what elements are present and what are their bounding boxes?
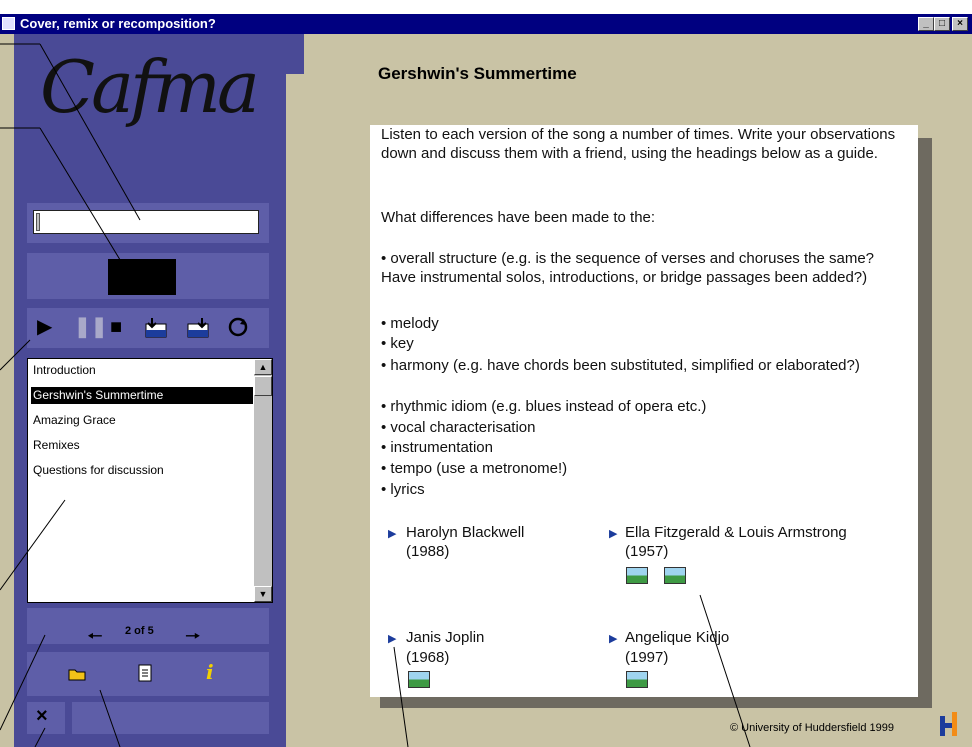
window-title: Cover, remix or recomposition? [20,16,216,31]
play-link-icon[interactable]: ▶ [388,632,396,645]
playback-progress-bar[interactable] [33,210,259,234]
copyright-text: © University of Huddersfield 1999 [730,722,895,734]
song-year: (1968) [406,649,450,666]
loop-icon[interactable] [226,316,250,338]
bullet-item: • tempo (use a metronome!) [381,460,568,477]
list-item[interactable]: Questions for discussion [31,462,253,479]
scroll-down-icon[interactable]: ▼ [254,586,272,602]
progress-thumb[interactable] [36,213,40,231]
close-window-button[interactable]: × [952,17,968,31]
info-icon[interactable]: i [206,660,214,684]
window-titlebar: Cover, remix or recomposition? _ □ × [0,14,972,34]
bullet-item: • overall structure (e.g. is the sequenc… [381,250,875,286]
song-artist[interactable]: Ella Fitzgerald & Louis Armstrong [625,523,847,542]
minimize-button[interactable]: _ [918,17,934,31]
song-year: (1988) [406,543,450,560]
list-scrollbar[interactable]: ▲ ▼ [254,359,272,602]
document-icon[interactable] [138,664,152,682]
quit-icon[interactable]: × [36,705,48,728]
intro-text: Listen to each version of the song a num… [381,126,896,162]
list-item[interactable]: Introduction [31,362,253,379]
play-link-icon[interactable]: ▶ [609,527,617,540]
bullet-item: • lyrics [381,481,425,498]
bullet-item: • melody [381,315,439,332]
scroll-thumb[interactable] [254,376,272,396]
video-thumbnail-icon[interactable] [626,671,648,688]
page-title: Gershwin's Summertime [378,64,577,83]
next-arrow-icon[interactable]: 🠖 [185,624,201,654]
list-item[interactable]: Amazing Grace [31,412,253,429]
previous-arrow-icon[interactable]: 🠔 [87,624,103,654]
play-icon[interactable]: ▶ [37,317,52,337]
logo: Cafma [40,45,260,129]
bullet-item: • instrumentation [381,439,493,456]
bullet-item: • harmony (e.g. have chords been substit… [381,357,860,374]
pause-icon[interactable]: ❚❚ [74,317,108,337]
page-indicator: 2 of 5 [125,625,154,637]
maximize-button[interactable]: □ [934,17,950,31]
bullet-item: • key [381,335,414,352]
folder-icon[interactable] [68,667,86,681]
university-logo-icon [940,712,957,736]
bullet-item: • vocal characterisation [381,419,536,436]
play-link-icon[interactable]: ▶ [388,527,396,540]
list-item-selected[interactable]: Gershwin's Summertime [31,387,253,404]
app-icon [2,17,15,30]
bullet-item: • rhythmic idiom (e.g. blues instead of … [381,398,707,415]
song-artist[interactable]: Harolyn Blackwell [406,523,524,542]
load-out-icon[interactable] [186,316,212,338]
question-text: What differences have been made to the: [381,209,656,226]
song-year: (1957) [625,543,669,560]
song-artist[interactable]: Angelique Kidjo [625,628,729,647]
song-artist[interactable]: Janis Joplin [406,628,484,647]
scroll-up-icon[interactable]: ▲ [254,359,272,375]
video-thumbnail-icon[interactable] [626,567,648,584]
section-list[interactable]: Introduction Gershwin's Summertime Amazi… [27,358,273,603]
play-link-icon[interactable]: ▶ [609,632,617,645]
video-thumbnail-icon[interactable] [664,567,686,584]
status-panel [72,702,269,734]
song-year: (1997) [625,649,669,666]
video-display [108,259,176,295]
stop-icon[interactable]: ■ [110,317,122,337]
video-thumbnail-icon[interactable] [408,671,430,688]
list-item[interactable]: Remixes [31,437,253,454]
load-in-icon[interactable] [144,316,170,338]
